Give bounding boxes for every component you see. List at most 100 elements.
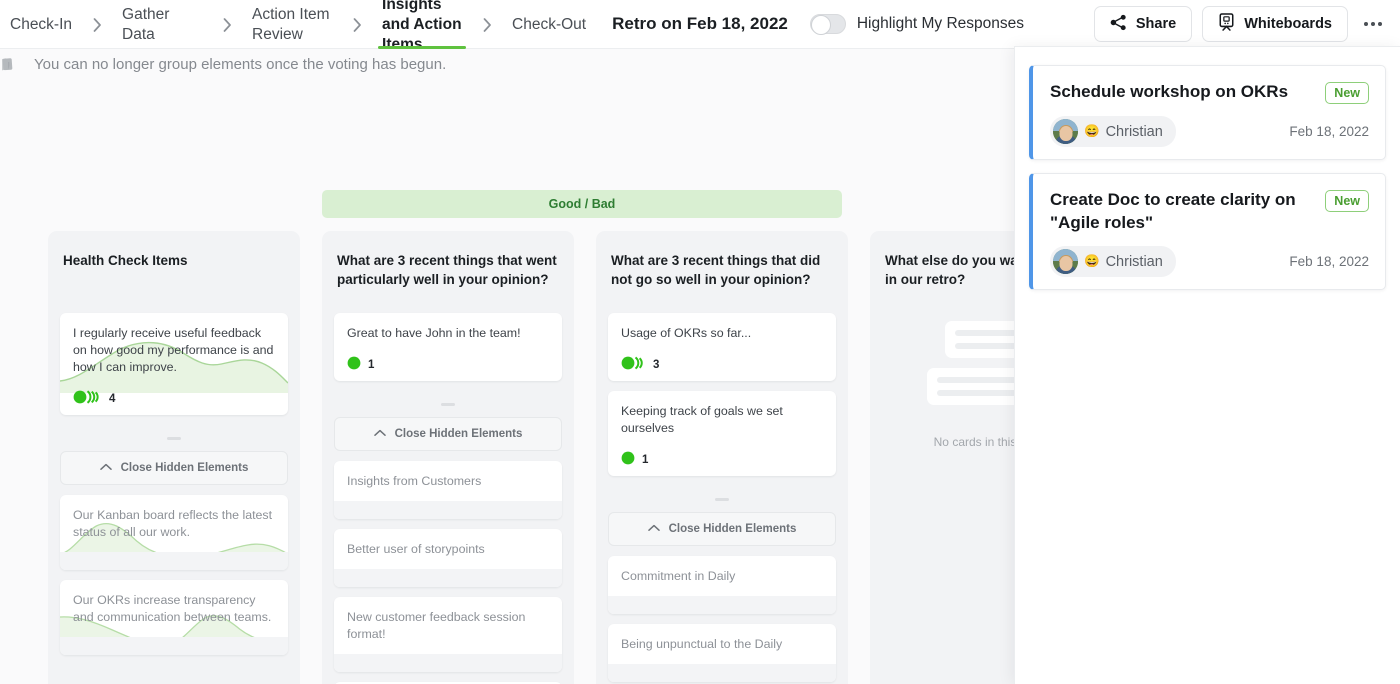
action-item-card[interactable]: Create Doc to create clarity on "Agile r…	[1029, 173, 1386, 290]
retro-session-title: Retro on Feb 18, 2022	[612, 14, 788, 33]
nav-step-action-item-review[interactable]: Action Item Review	[242, 0, 342, 49]
retro-card[interactable]: New customer feedback session format!	[334, 597, 562, 672]
nav-step-check-in[interactable]: Check-In	[0, 0, 82, 49]
avatar	[1053, 119, 1078, 144]
retro-card[interactable]: Our Kanban board reflects the latest sta…	[60, 495, 288, 570]
card-text: Great to have John in the team!	[347, 326, 521, 340]
retro-card[interactable]: Keeping track of goals we set ourselves …	[608, 391, 836, 476]
nav-step-insights-and-action-items[interactable]: Insights and Action Items	[372, 0, 472, 53]
assignee-chip[interactable]: 😄 Christian	[1050, 116, 1176, 147]
close-hidden-elements-label: Close Hidden Elements	[668, 523, 797, 535]
action-item-header: Create Doc to create clarity on "Agile r…	[1050, 188, 1369, 234]
nav-step-label: Action Item Review	[252, 5, 330, 43]
card-text: Keeping track of goals we set ourselves	[621, 404, 783, 435]
column-card-stack: I regularly receive useful feedback on h…	[60, 313, 288, 655]
card-footer	[60, 552, 288, 570]
status-badge: New	[1325, 82, 1369, 104]
assignee-name: Christian	[1105, 123, 1163, 140]
board-column-health-check-items: Health Check Items I regularly receive u…	[48, 231, 300, 684]
info-banner-text: You can no longer group elements once th…	[34, 56, 447, 73]
retro-card[interactable]: Great to have John in the team! 1	[334, 313, 562, 381]
card-footer: 4	[60, 387, 288, 415]
group-drag-handle[interactable]	[608, 486, 836, 512]
group-drag-handle[interactable]	[60, 425, 288, 451]
assignee-name: Christian	[1105, 253, 1163, 270]
share-button[interactable]: Share	[1093, 6, 1193, 42]
mood-emoji-icon: 😄	[1084, 254, 1100, 268]
chevron-right-icon	[472, 0, 502, 49]
more-options-icon[interactable]	[1358, 9, 1388, 39]
highlight-my-responses-toggle[interactable]: Highlight My Responses	[809, 0, 1024, 48]
share-icon	[1110, 14, 1127, 35]
action-item-footer: 😄 Christian Feb 18, 2022	[1050, 246, 1369, 277]
group-banner-good-bad: Good / Bad	[322, 190, 842, 218]
chevron-up-icon	[647, 523, 660, 535]
vote-echo-icon	[73, 389, 103, 410]
toggle-switch[interactable]	[809, 14, 846, 35]
whiteboard-icon	[1218, 13, 1235, 35]
action-item-footer: 😄 Christian Feb 18, 2022	[1050, 116, 1369, 147]
nav-step-label: Check-Out	[512, 15, 587, 33]
avatar	[1053, 249, 1078, 274]
dot	[1364, 22, 1368, 26]
mood-emoji-icon: 😄	[1084, 124, 1100, 138]
card-footer	[334, 569, 562, 587]
vote-count: 1	[642, 454, 649, 466]
column-title: What are 3 recent things that did not go…	[611, 253, 821, 287]
vote-echo-icon	[347, 355, 362, 376]
highlight-my-responses-label: Highlight My Responses	[856, 15, 1024, 32]
retro-card[interactable]: Our OKRs increase transparency and commu…	[60, 580, 288, 655]
handle-bar	[167, 436, 181, 440]
close-hidden-elements-button[interactable]: Close Hidden Elements	[608, 512, 836, 546]
retro-card[interactable]: Better user of storypoints	[334, 529, 562, 587]
retro-card[interactable]: Commitment in Daily	[608, 556, 836, 614]
top-bar-actions: Share Whiteboards	[1093, 0, 1400, 48]
grouping-disabled-icon	[0, 56, 24, 74]
close-hidden-elements-label: Close Hidden Elements	[120, 462, 249, 474]
vote-indicator[interactable]: 4	[73, 389, 115, 410]
card-text: New customer feedback session format!	[347, 610, 526, 641]
close-hidden-elements-button[interactable]: Close Hidden Elements	[60, 451, 288, 485]
column-card-stack: Great to have John in the team! 1 Close …	[334, 313, 562, 684]
dot	[1371, 22, 1375, 26]
card-footer	[334, 501, 562, 519]
card-text: Better user of storypoints	[347, 542, 485, 556]
assignee-chip[interactable]: 😄 Christian	[1050, 246, 1176, 277]
group-drag-handle[interactable]	[334, 391, 562, 417]
card-footer	[334, 654, 562, 672]
vote-indicator[interactable]: 3	[621, 355, 659, 376]
action-item-title: Create Doc to create clarity on "Agile r…	[1050, 190, 1296, 232]
chevron-up-icon	[99, 462, 112, 474]
retro-card[interactable]: Being unpunctual to the Daily	[608, 624, 836, 682]
vote-indicator[interactable]: 1	[621, 450, 648, 471]
nav-step-gather-data[interactable]: Gather Data	[112, 0, 212, 49]
retro-card[interactable]: Insights from Customers	[334, 461, 562, 519]
nav-step-check-out[interactable]: Check-Out	[502, 0, 596, 49]
vote-indicator[interactable]: 1	[347, 355, 374, 376]
retro-card[interactable]: Usage of OKRs so far... 3	[608, 313, 836, 381]
card-footer	[608, 596, 836, 614]
action-item-date: Feb 18, 2022	[1289, 124, 1369, 139]
column-card-stack: Usage of OKRs so far... 3 Keeping track …	[608, 313, 836, 684]
column-title: Health Check Items	[63, 253, 188, 268]
card-text: Our Kanban board reflects the latest sta…	[73, 508, 273, 539]
action-item-header: Schedule workshop on OKRs New	[1050, 80, 1369, 104]
retro-card[interactable]: I regularly receive useful feedback on h…	[60, 313, 288, 415]
action-item-card[interactable]: Schedule workshop on OKRs New 😄 Christia…	[1029, 65, 1386, 160]
vote-count: 3	[653, 359, 660, 371]
card-footer	[60, 637, 288, 655]
whiteboards-button[interactable]: Whiteboards	[1202, 6, 1348, 42]
card-text: Our OKRs increase transparency and commu…	[73, 593, 272, 624]
card-text: Being unpunctual to the Daily	[621, 637, 783, 651]
top-navigation-bar: Check-In Gather Data Action Item Review …	[0, 0, 1400, 53]
card-footer: 3	[608, 353, 836, 381]
close-hidden-elements-button[interactable]: Close Hidden Elements	[334, 417, 562, 451]
whiteboards-button-label: Whiteboards	[1244, 16, 1332, 32]
group-banner-label: Good / Bad	[548, 197, 616, 211]
card-footer: 1	[334, 353, 562, 381]
card-text: Insights from Customers	[347, 474, 482, 488]
vote-echo-icon	[621, 450, 636, 471]
vote-count: 1	[368, 359, 375, 371]
board-column-did-not-go-well: What are 3 recent things that did not go…	[596, 231, 848, 684]
card-text: I regularly receive useful feedback on h…	[73, 326, 274, 374]
